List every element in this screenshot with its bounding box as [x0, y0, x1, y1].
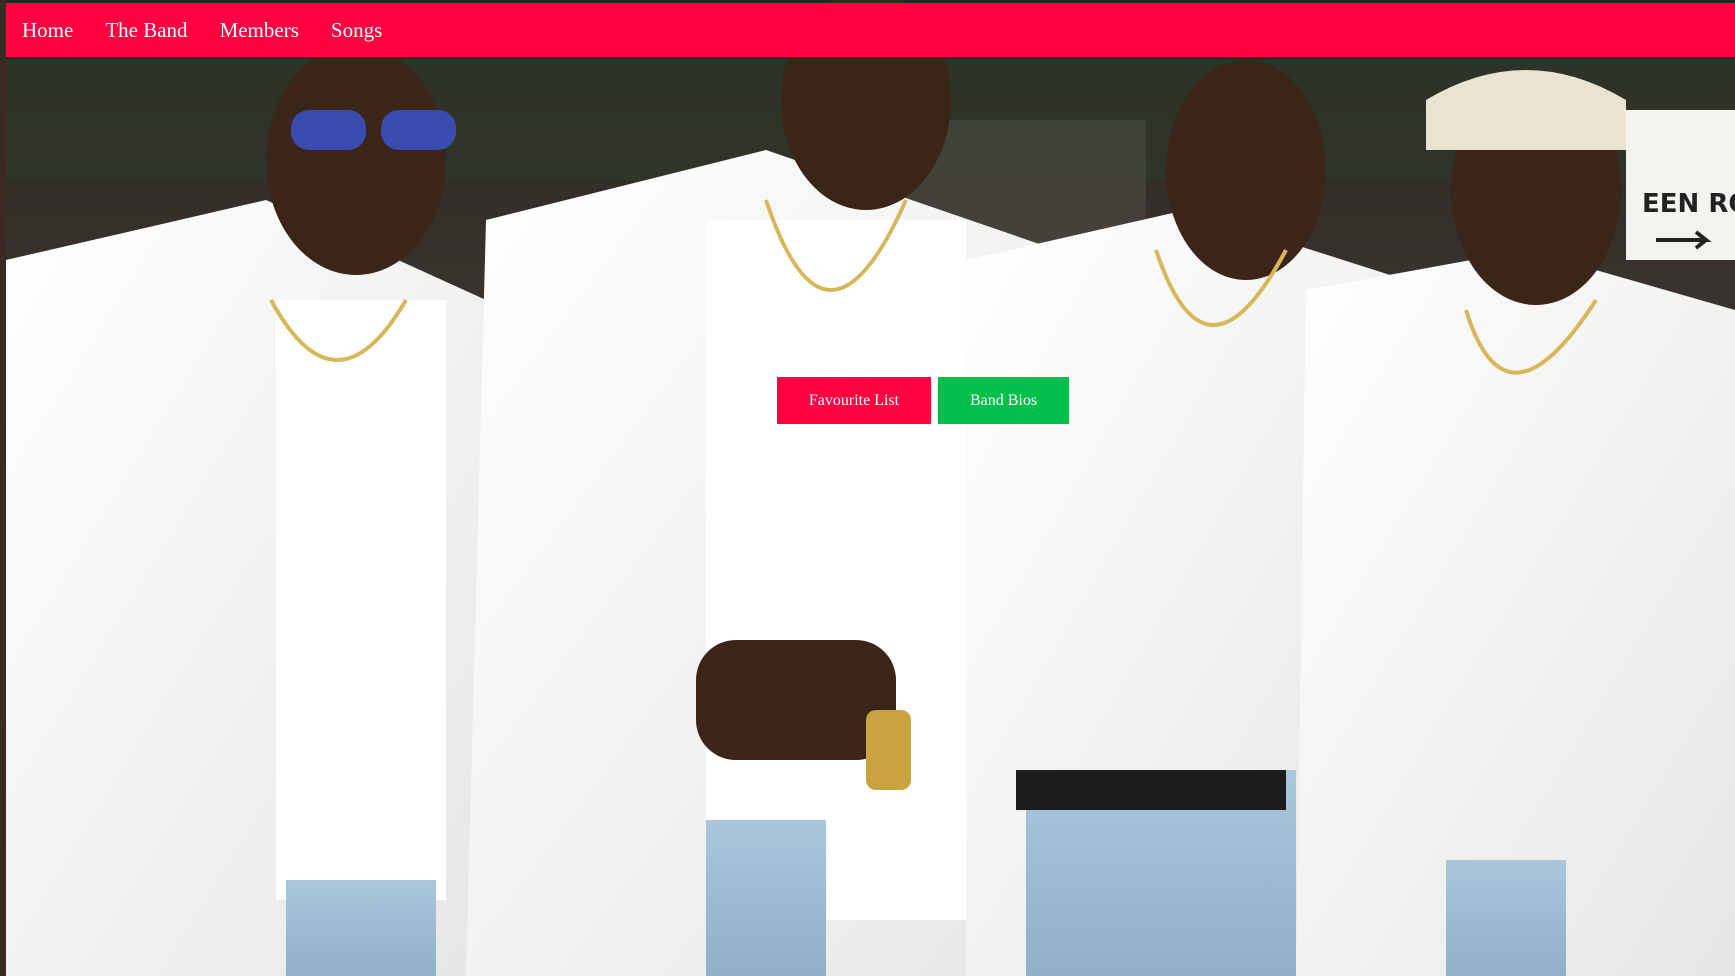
nav-songs[interactable]: Songs [331, 19, 382, 41]
sign-text: EEN ROOM [1642, 189, 1735, 219]
page: EEN ROOM [0, 0, 1735, 976]
favourite-list-button[interactable]: Favourite List [777, 377, 931, 424]
nav-the-band[interactable]: The Band [105, 19, 187, 41]
nav-members[interactable]: Members [220, 19, 299, 41]
nav-home[interactable]: Home [22, 19, 73, 41]
band-bios-button[interactable]: Band Bios [938, 377, 1069, 424]
green-room-sign [1626, 110, 1735, 260]
hero-band-photo: EEN ROOM [6, 0, 1735, 976]
top-navbar: Home The Band Members Songs [6, 3, 1735, 57]
